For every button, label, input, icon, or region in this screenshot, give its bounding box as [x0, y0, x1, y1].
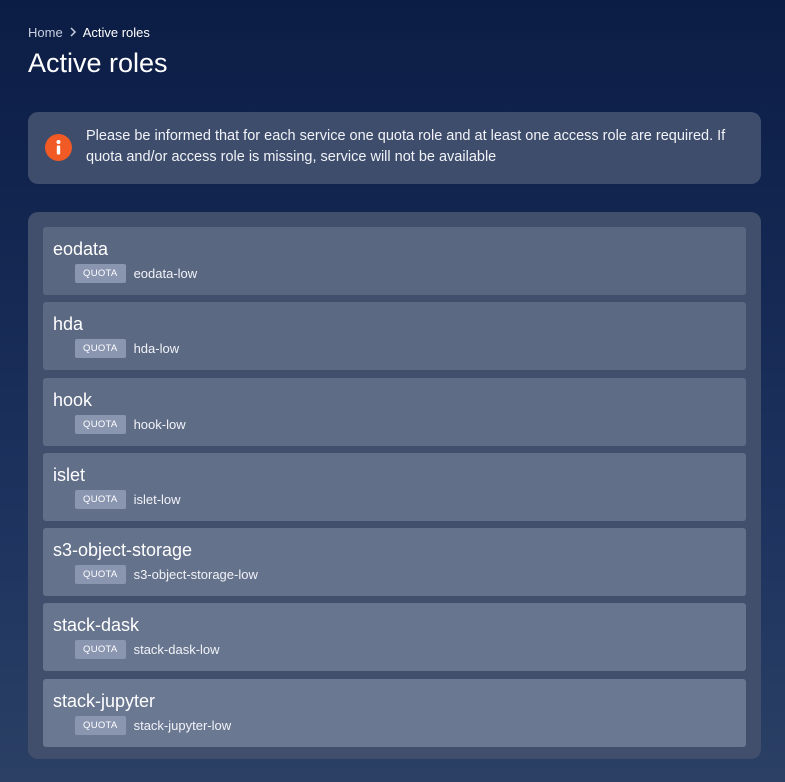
quota-badge: QUOTA [75, 264, 126, 283]
role-name: islet [53, 464, 86, 485]
role-quota-row: QUOTA s3-object-storage-low [75, 565, 736, 585]
role-item[interactable]: s3-object-storage QUOTA s3-object-storage-… [43, 528, 746, 597]
breadcrumb-home-link[interactable]: Home [28, 25, 63, 40]
role-item[interactable]: stack-jupyter QUOTA stack-jupyter-low [43, 678, 746, 747]
quota-role-value: stack-jupyter-low [133, 717, 232, 733]
quota-badge: QUOTA [75, 489, 126, 509]
info-text: Please be informed that for each service… [86, 128, 726, 165]
roles-list: eodata QUOTA eodata-low hda QUOTA hda-low hook… [28, 212, 761, 759]
quota-role-value: islet-low [133, 491, 181, 507]
role-name: hda [53, 314, 84, 335]
role-quota-row: QUOTA hook-low [75, 414, 736, 434]
quota-role-value: hda-low [133, 341, 180, 357]
role-quota-row: QUOTA hda-low [75, 339, 736, 359]
role-quota-row: QUOTA islet-low [75, 489, 736, 509]
quota-role-value: stack-dask-low [133, 642, 220, 658]
role-item[interactable]: eodata QUOTA eodata-low [43, 227, 746, 295]
role-name: hook [53, 389, 93, 410]
info-banner: Please be informed that for each service… [28, 112, 761, 184]
role-item[interactable]: stack-dask QUOTA stack-dask-low [43, 603, 746, 672]
quota-badge: QUOTA [75, 339, 126, 359]
quota-badge: QUOTA [75, 640, 126, 660]
role-quota-row: QUOTA stack-jupyter-low [75, 715, 736, 735]
role-quota-row: QUOTA stack-dask-low [75, 640, 736, 660]
quota-badge: QUOTA [75, 414, 126, 434]
chevron-right-icon [69, 27, 77, 37]
quota-role-value: eodata-low [133, 266, 198, 281]
role-item[interactable]: hook QUOTA hook-low [43, 377, 746, 446]
quota-role-value: s3-object-storage-low [133, 567, 258, 583]
quota-badge: QUOTA [75, 715, 126, 735]
page-title: Active roles [28, 48, 168, 78]
role-item[interactable]: hda QUOTA hda-low [43, 302, 746, 371]
role-name: stack-dask [53, 615, 140, 636]
role-quota-row: QUOTA eodata-low [75, 264, 736, 283]
role-name: s3-object-storage [53, 540, 193, 561]
role-name: stack-jupyter [53, 690, 156, 711]
quota-role-value: hook-low [133, 416, 186, 432]
breadcrumb-current: Active roles [82, 24, 150, 40]
quota-badge: QUOTA [75, 565, 126, 585]
role-item[interactable]: islet QUOTA islet-low [43, 452, 746, 521]
breadcrumb: Home Active roles [28, 24, 150, 40]
info-icon [45, 134, 72, 161]
role-name: eodata [53, 239, 109, 259]
